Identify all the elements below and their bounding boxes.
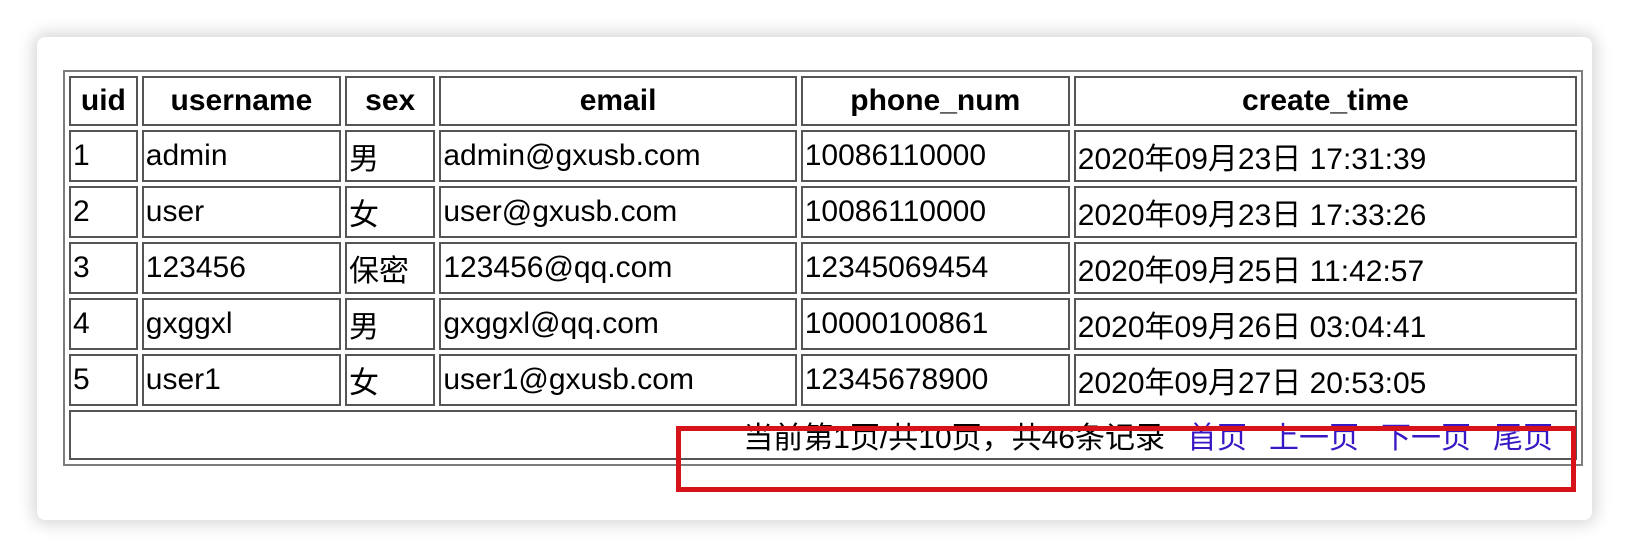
cell-phone-num: 12345678900 <box>800 354 1070 406</box>
cell-sex: 保密 <box>345 242 436 294</box>
cell-phone-num: 10000100861 <box>800 298 1070 350</box>
table-row: 4 gxggxl 男 gxggxl@qq.com 10000100861 202… <box>69 298 1577 350</box>
cell-create-time: 2020年09月26日 03:04:41 <box>1073 298 1577 350</box>
column-header-sex: sex <box>345 76 436 126</box>
previous-page-link[interactable]: 上一页 <box>1269 422 1359 455</box>
column-header-phone-num: phone_num <box>800 76 1070 126</box>
cell-username: admin <box>141 130 342 182</box>
cell-email: user1@gxusb.com <box>439 354 797 406</box>
next-page-link[interactable]: 下一页 <box>1381 422 1471 455</box>
table-row: 5 user1 女 user1@gxusb.com 12345678900 20… <box>69 354 1577 406</box>
table-row: 2 user 女 user@gxusb.com 10086110000 2020… <box>69 186 1577 238</box>
users-table: uid username sex email phone_num create_… <box>63 70 1583 466</box>
cell-uid: 4 <box>69 298 138 350</box>
cell-email: gxggxl@qq.com <box>439 298 797 350</box>
cell-uid: 2 <box>69 186 138 238</box>
cell-email: 123456@qq.com <box>439 242 797 294</box>
pagination-status: 当前第1页/共10页，共46条记录 <box>743 422 1165 455</box>
pagination-row: 当前第1页/共10页，共46条记录 首页 上一页 下一页 尾页 <box>69 410 1577 460</box>
cell-uid: 5 <box>69 354 138 406</box>
first-page-link[interactable]: 首页 <box>1187 422 1247 455</box>
last-page-link[interactable]: 尾页 <box>1493 422 1553 455</box>
cell-phone-num: 12345069454 <box>800 242 1070 294</box>
column-header-create-time: create_time <box>1073 76 1577 126</box>
cell-create-time: 2020年09月23日 17:31:39 <box>1073 130 1577 182</box>
cell-username: 123456 <box>141 242 342 294</box>
cell-email: user@gxusb.com <box>439 186 797 238</box>
cell-create-time: 2020年09月27日 20:53:05 <box>1073 354 1577 406</box>
cell-username: user1 <box>141 354 342 406</box>
pagination: 当前第1页/共10页，共46条记录 首页 上一页 下一页 尾页 <box>743 422 1553 455</box>
cell-sex: 男 <box>345 298 436 350</box>
cell-phone-num: 10086110000 <box>800 186 1070 238</box>
cell-username: gxggxl <box>141 298 342 350</box>
cell-sex: 女 <box>345 186 436 238</box>
column-header-username: username <box>141 76 342 126</box>
table-row: 1 admin 男 admin@gxusb.com 10086110000 20… <box>69 130 1577 182</box>
pagination-cell: 当前第1页/共10页，共46条记录 首页 上一页 下一页 尾页 <box>69 410 1577 460</box>
table-header-row: uid username sex email phone_num create_… <box>69 76 1577 126</box>
column-header-uid: uid <box>69 76 138 126</box>
cell-email: admin@gxusb.com <box>439 130 797 182</box>
table-row: 3 123456 保密 123456@qq.com 12345069454 20… <box>69 242 1577 294</box>
cell-username: user <box>141 186 342 238</box>
cell-phone-num: 10086110000 <box>800 130 1070 182</box>
cell-create-time: 2020年09月25日 11:42:57 <box>1073 242 1577 294</box>
cell-uid: 3 <box>69 242 138 294</box>
cell-uid: 1 <box>69 130 138 182</box>
cell-create-time: 2020年09月23日 17:33:26 <box>1073 186 1577 238</box>
column-header-email: email <box>439 76 797 126</box>
cell-sex: 女 <box>345 354 436 406</box>
cell-sex: 男 <box>345 130 436 182</box>
